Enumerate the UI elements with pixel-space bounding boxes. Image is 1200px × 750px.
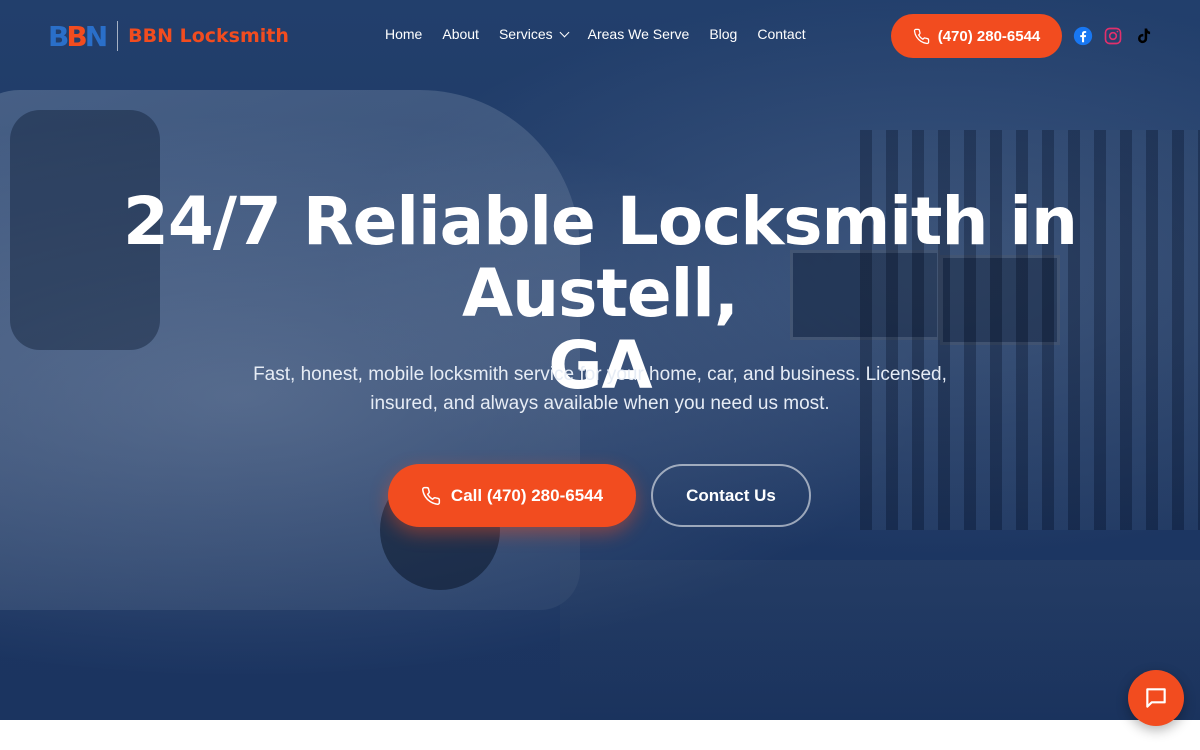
- nav-item-home[interactable]: Home: [385, 26, 422, 42]
- header-phone-button[interactable]: (470) 280-6544: [891, 14, 1062, 58]
- nav-item-areas-we-serve[interactable]: Areas We Serve: [588, 26, 690, 42]
- nav-item-services[interactable]: Services: [498, 26, 570, 42]
- chevron-down-icon: [559, 27, 570, 38]
- tiktok-icon[interactable]: [1133, 26, 1153, 46]
- site-header: BBN BBN Locksmith Home About Services Ar…: [0, 0, 1200, 72]
- background-workbench: [560, 560, 1200, 720]
- header-phone-label: (470) 280-6544: [937, 27, 1041, 45]
- call-now-button[interactable]: Call (470) 280-6544: [388, 464, 636, 527]
- logo-mark: BBN: [48, 19, 108, 53]
- hero-title-line-1: 24/7 Reliable Locksmith in Austell,: [122, 183, 1078, 332]
- phone-icon: [421, 486, 441, 505]
- nav-item-contact[interactable]: Contact: [757, 26, 805, 42]
- main-nav: Home About Services Areas We Serve Blog …: [385, 26, 826, 42]
- contact-us-label: Contact Us: [686, 485, 776, 505]
- logo-divider: [117, 21, 119, 51]
- logo-text: BBN Locksmith: [128, 25, 289, 47]
- hero-section: 24/7 Reliable Locksmith in Austell, GA F…: [0, 0, 1200, 720]
- phone-icon: [913, 28, 929, 44]
- nav-item-services-label: Services: [498, 26, 553, 42]
- contact-us-button[interactable]: Contact Us: [651, 464, 811, 527]
- facebook-icon[interactable]: [1073, 26, 1093, 46]
- chat-button[interactable]: [1128, 670, 1184, 726]
- nav-item-blog[interactable]: Blog: [709, 26, 737, 42]
- hero-subtitle: Fast, honest, mobile locksmith service f…: [253, 364, 947, 414]
- instagram-icon[interactable]: [1103, 26, 1123, 46]
- chat-bubble-icon: [1146, 688, 1166, 708]
- nav-item-about[interactable]: About: [442, 26, 479, 42]
- logo[interactable]: BBN BBN Locksmith: [48, 19, 289, 53]
- call-now-label: Call (470) 280-6544: [450, 485, 604, 505]
